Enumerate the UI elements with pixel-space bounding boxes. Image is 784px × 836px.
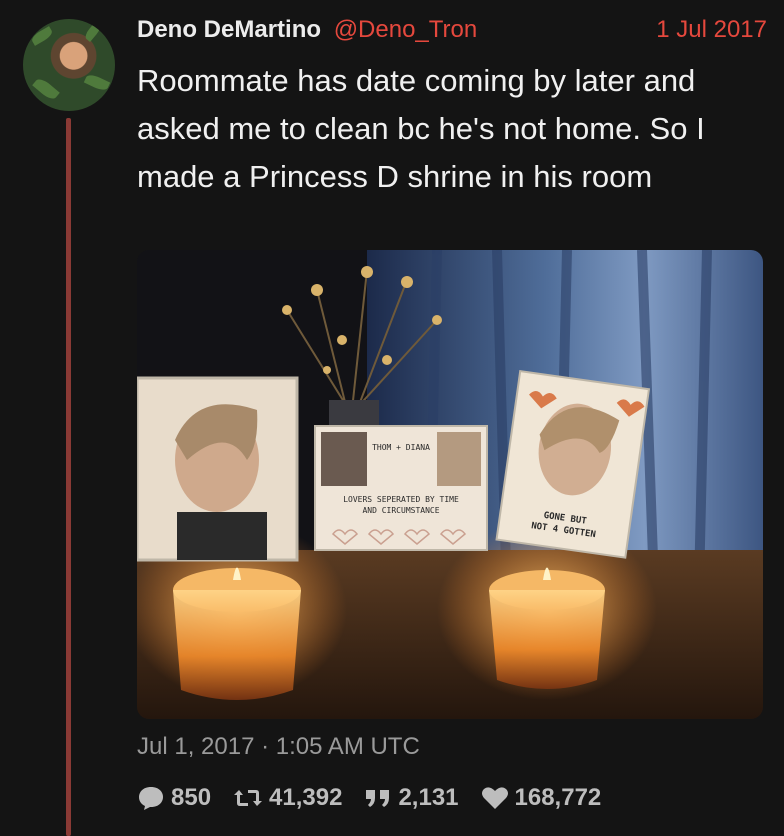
quote-icon [364,787,398,809]
tweet-timestamp[interactable]: Jul 1, 2017 · 1:05 AM UTC [137,730,420,764]
candle-right [489,567,605,689]
tweet-date-link[interactable]: 1 Jul 2017 [656,14,767,46]
retweet-stat[interactable]: 41,392 [233,784,342,812]
shrine-photo-illustration: THOM + DIANA LOVERS SEPERATED BY TIME AN… [137,250,763,719]
tweet-stats: 850 41,392 2,131 168,772 [137,780,623,816]
tweet-photo[interactable]: THOM + DIANA LOVERS SEPERATED BY TIME AN… [137,250,763,719]
retweet-icon [233,786,269,810]
reply-count: 850 [171,784,212,811]
thread-line [66,118,71,836]
reply-icon [137,785,171,811]
heart-icon [481,786,515,810]
quote-count: 2,131 [398,784,459,811]
tweet-header: Deno DeMartino @Deno_Tron 1 Jul 2017 [137,14,767,46]
card-caption-line2: AND CIRCUMSTANCE [362,506,439,515]
card-title: THOM + DIANA [372,443,430,452]
retweet-count: 41,392 [269,784,343,811]
like-stat[interactable]: 168,772 [481,784,602,812]
reply-stat[interactable]: 850 [137,784,211,812]
tweet-text: Roommate has date coming by later and as… [137,63,705,194]
card-caption-line1: LOVERS SEPERATED BY TIME [343,495,459,504]
author-name[interactable]: Deno DeMartino [137,16,321,43]
avatar[interactable] [23,19,115,111]
quote-stat[interactable]: 2,131 [364,784,459,812]
candle-left [173,567,301,700]
like-count: 168,772 [514,784,602,811]
author-handle[interactable]: @Deno_Tron [334,16,478,43]
